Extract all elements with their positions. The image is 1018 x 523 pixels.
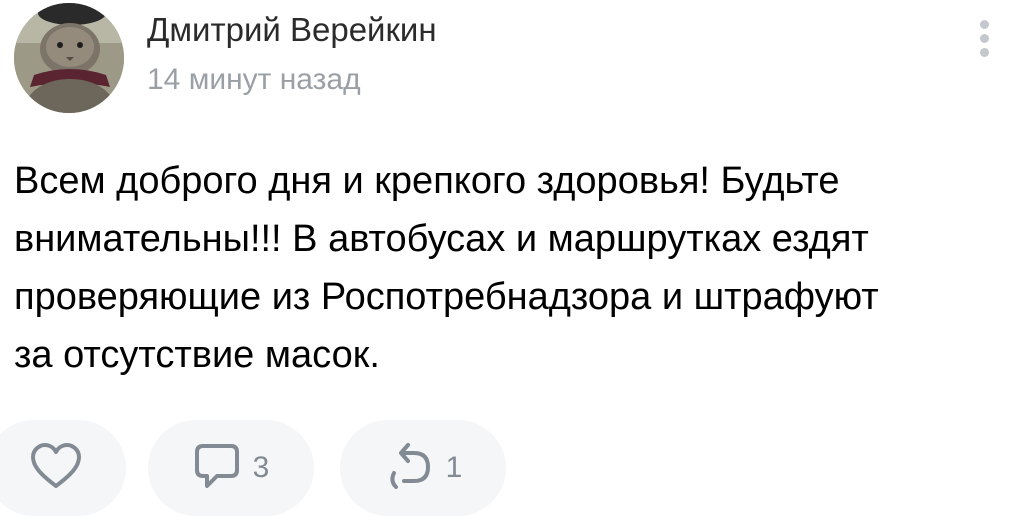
comment-icon (193, 442, 241, 495)
more-vertical-icon-dot-3 (979, 47, 989, 57)
avatar-cat-photo (14, 3, 124, 113)
comment-count: 3 (252, 451, 270, 484)
author-name[interactable]: Дмитрий Верейкин (147, 10, 437, 50)
avatar[interactable] (14, 3, 124, 113)
share-count: 1 (445, 451, 463, 484)
like-button[interactable] (0, 420, 126, 516)
post-text: Всем доброго дня и крепкого здоровья! Бу… (14, 152, 1004, 384)
post-card: Дмитрий Верейкин 14 минут назад Всем доб… (0, 0, 1018, 523)
post-text-line: за отсутствие масок. (14, 334, 380, 376)
comment-button[interactable]: 3 (148, 420, 314, 516)
post-actions-bar: 3 1 (0, 420, 1018, 516)
share-icon (384, 441, 434, 496)
post-text-line: внимательны!!! В автобусах и маршрутках … (14, 218, 869, 260)
share-button[interactable]: 1 (340, 420, 506, 516)
more-vertical-icon (979, 19, 989, 29)
more-options-button[interactable] (970, 10, 998, 66)
heart-icon (30, 442, 82, 495)
post-text-line: проверяющие из Роспотребнадзора и штрафу… (14, 276, 879, 318)
post-timestamp[interactable]: 14 минут назад (147, 61, 361, 99)
more-vertical-icon-dot-2 (979, 33, 989, 43)
post-text-line: Всем доброго дня и крепкого здоровья! Бу… (14, 160, 840, 202)
